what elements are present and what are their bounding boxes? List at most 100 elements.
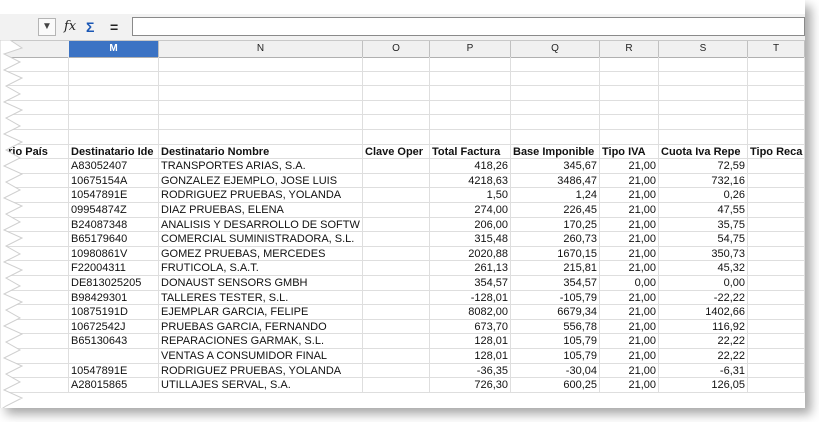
table-cell[interactable]: 600,25 [511, 378, 600, 393]
table-cell[interactable] [363, 305, 430, 320]
empty-cell[interactable] [430, 100, 511, 116]
empty-cell[interactable] [600, 71, 659, 87]
empty-cell[interactable] [600, 115, 659, 130]
empty-cell[interactable] [363, 57, 430, 72]
table-cell[interactable] [363, 290, 430, 306]
table-cell[interactable]: 315,48 [430, 232, 511, 247]
table-cell[interactable]: 72,59 [659, 159, 748, 174]
sum-icon[interactable]: Σ [86, 18, 94, 36]
formula-icon[interactable]: = [110, 18, 118, 36]
name-box-dropdown[interactable]: ▼ [38, 18, 56, 36]
empty-cell[interactable] [659, 100, 748, 116]
header-cell[interactable]: Destinatario Ide [69, 144, 159, 160]
table-cell[interactable]: 354,57 [430, 276, 511, 291]
empty-cell[interactable] [511, 130, 600, 145]
table-cell[interactable] [363, 246, 430, 262]
empty-cell[interactable] [363, 130, 430, 145]
column-header-m[interactable]: M [69, 41, 159, 57]
table-cell[interactable]: 0,26 [659, 188, 748, 203]
table-cell[interactable]: 1402,66 [659, 305, 748, 320]
table-cell[interactable]: 556,78 [511, 319, 600, 335]
table-cell[interactable]: 128,01 [430, 349, 511, 364]
table-cell[interactable]: COMERCIAL SUMINISTRADORA, S.L. [159, 232, 363, 247]
table-cell[interactable] [363, 378, 430, 393]
table-cell[interactable]: PRUEBAS GARCIA, FERNANDO [159, 319, 363, 335]
table-cell[interactable]: TRANSPORTES ARIAS, S.A. [159, 159, 363, 174]
table-cell[interactable]: DE813025205 [69, 276, 159, 291]
empty-cell[interactable] [363, 100, 430, 116]
empty-cell[interactable] [511, 71, 600, 87]
table-cell[interactable] [748, 261, 805, 276]
table-cell[interactable]: A83052407 [69, 159, 159, 174]
table-cell[interactable]: 10675154A [69, 173, 159, 189]
table-cell[interactable] [748, 305, 805, 320]
empty-cell[interactable] [363, 71, 430, 87]
table-cell[interactable]: 09954874Z [69, 203, 159, 218]
table-cell[interactable]: -105,79 [511, 290, 600, 306]
empty-cell[interactable] [430, 86, 511, 101]
table-cell[interactable]: 0,00 [600, 276, 659, 291]
empty-cell[interactable] [363, 115, 430, 130]
table-cell[interactable]: DIAZ PRUEBAS, ELENA [159, 203, 363, 218]
empty-cell[interactable] [659, 71, 748, 87]
table-cell[interactable]: 21,00 [600, 290, 659, 306]
empty-cell[interactable] [69, 57, 159, 72]
table-cell[interactable]: 1,50 [430, 188, 511, 203]
table-cell[interactable]: 3486,47 [511, 173, 600, 189]
table-cell[interactable]: REPARACIONES GARMAK, S.L. [159, 334, 363, 349]
table-cell[interactable]: 673,70 [430, 319, 511, 335]
empty-cell[interactable] [748, 57, 805, 72]
table-cell[interactable] [748, 232, 805, 247]
table-cell[interactable]: 126,05 [659, 378, 748, 393]
table-cell[interactable]: 345,67 [511, 159, 600, 174]
table-cell[interactable]: 226,45 [511, 203, 600, 218]
empty-cell[interactable] [511, 115, 600, 130]
header-cell[interactable]: Base Imponible [511, 144, 600, 160]
empty-cell[interactable] [659, 86, 748, 101]
table-cell[interactable]: 21,00 [600, 261, 659, 276]
table-cell[interactable]: EJEMPLAR GARCIA, FELIPE [159, 305, 363, 320]
header-cell[interactable]: Destinatario Nombre [159, 144, 363, 160]
header-cell[interactable]: Cuota Iva Repe [659, 144, 748, 160]
table-cell[interactable]: 726,30 [430, 378, 511, 393]
table-cell[interactable]: 10875191D [69, 305, 159, 320]
table-cell[interactable] [363, 261, 430, 276]
table-cell[interactable]: 732,16 [659, 173, 748, 189]
table-cell[interactable]: B98429301 [69, 290, 159, 306]
table-cell[interactable]: 116,92 [659, 319, 748, 335]
table-cell[interactable] [748, 334, 805, 349]
empty-cell[interactable] [430, 57, 511, 72]
empty-cell[interactable] [363, 86, 430, 101]
table-cell[interactable]: 105,79 [511, 349, 600, 364]
table-cell[interactable]: -36,35 [430, 363, 511, 379]
column-header-p[interactable]: P [430, 41, 511, 57]
table-cell[interactable]: 45,32 [659, 261, 748, 276]
table-cell[interactable] [748, 290, 805, 306]
empty-cell[interactable] [600, 57, 659, 72]
table-cell[interactable]: 10547891E [69, 188, 159, 203]
table-cell[interactable] [363, 319, 430, 335]
column-header-s[interactable]: S [659, 41, 748, 57]
table-cell[interactable] [363, 217, 430, 233]
table-cell[interactable]: 21,00 [600, 246, 659, 262]
empty-cell[interactable] [159, 130, 363, 145]
table-cell[interactable]: 260,73 [511, 232, 600, 247]
empty-cell[interactable] [69, 115, 159, 130]
empty-cell[interactable] [659, 57, 748, 72]
empty-cell[interactable] [159, 115, 363, 130]
table-cell[interactable]: 47,55 [659, 203, 748, 218]
table-cell[interactable]: GOMEZ PRUEBAS, MERCEDES [159, 246, 363, 262]
table-cell[interactable]: 21,00 [600, 188, 659, 203]
table-cell[interactable]: -128,01 [430, 290, 511, 306]
table-cell[interactable]: RODRIGUEZ PRUEBAS, YOLANDA [159, 188, 363, 203]
empty-cell[interactable] [159, 100, 363, 116]
empty-cell[interactable] [511, 86, 600, 101]
header-cell[interactable]: Tipo IVA [600, 144, 659, 160]
table-cell[interactable]: 21,00 [600, 203, 659, 218]
table-cell[interactable]: ANALISIS Y DESARROLLO DE SOFTW [159, 217, 363, 233]
table-cell[interactable] [363, 349, 430, 364]
empty-cell[interactable] [511, 57, 600, 72]
table-cell[interactable]: 21,00 [600, 334, 659, 349]
table-cell[interactable]: 418,26 [430, 159, 511, 174]
table-cell[interactable]: 0,00 [659, 276, 748, 291]
